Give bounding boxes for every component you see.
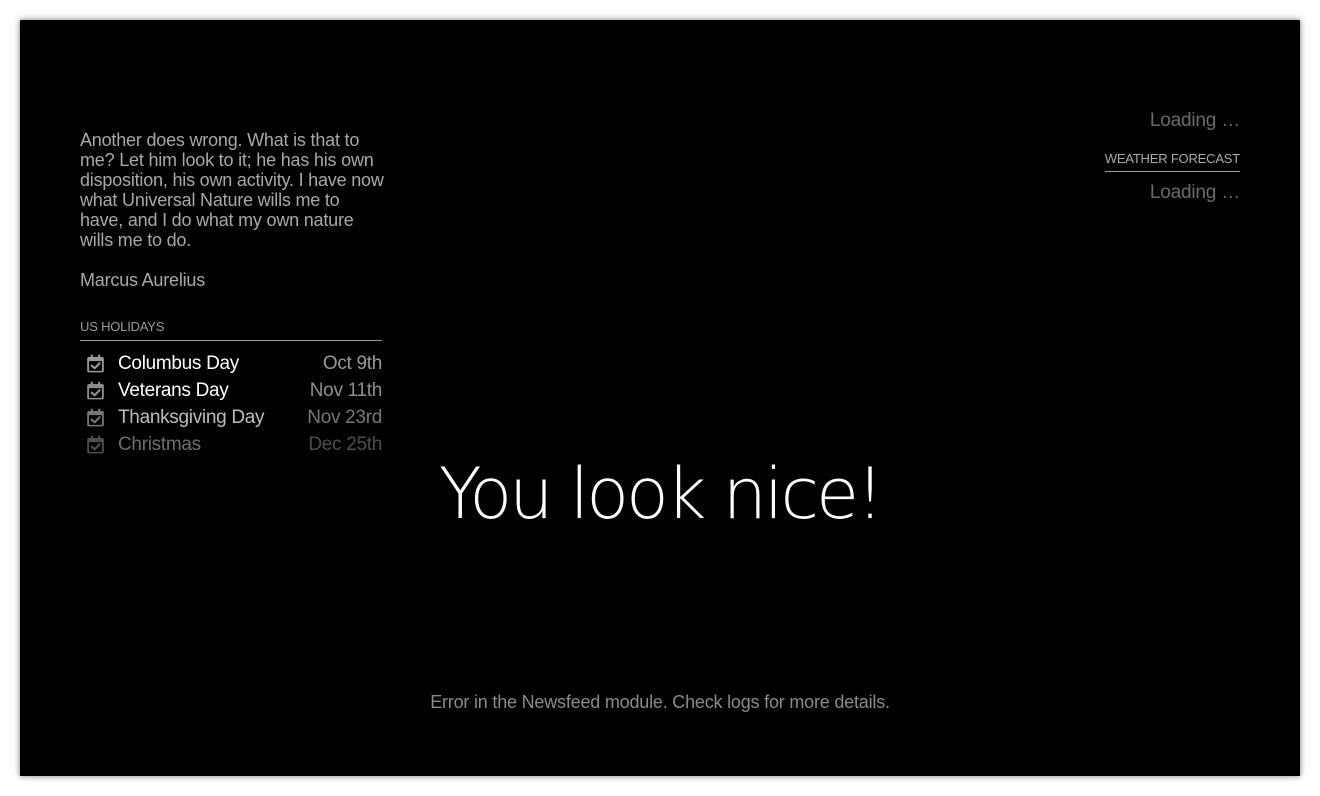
magic-mirror-screen: Another does wrong. What is that to me? … (20, 20, 1300, 776)
current-weather-loading: Loading … (1149, 110, 1240, 131)
newsfeed-error: Error in the Newsfeed module. Check logs… (430, 692, 890, 712)
quote-author: Marcus Aurelius (80, 270, 206, 290)
holiday-row: Thanksgiving Day Nov 23rd (80, 404, 382, 431)
holiday-date: Nov 11th (309, 379, 383, 401)
holiday-date: Nov 23rd (307, 406, 382, 428)
holiday-row: Veterans Day Nov 11th (80, 377, 382, 404)
calendar-check-icon (87, 408, 104, 427)
weather-forecast-header: WEATHER FORECAST (1104, 151, 1240, 172)
holiday-name: Columbus Day (118, 352, 240, 374)
weather-column: Loading … WEATHER FORECAST Loading … (1104, 108, 1240, 206)
quote-text: Another does wrong. What is that to me? … (80, 130, 384, 250)
compliment-text: You look nice! (438, 453, 884, 535)
holiday-row: Columbus Day Oct 9th (80, 350, 382, 377)
holiday-list: Columbus Day Oct 9th Veterans Day Nov 11… (80, 350, 382, 458)
holiday-name: Thanksgiving Day (118, 406, 265, 428)
holidays-header: US HOLIDAYS (80, 319, 382, 341)
holiday-name: Veterans Day (118, 379, 229, 401)
weather-forecast-loading: Loading … (1149, 182, 1240, 203)
holidays-module: US HOLIDAYS Columbus Day Oct 9th Veteran… (80, 319, 382, 458)
calendar-check-icon (87, 381, 104, 400)
calendar-check-icon (87, 354, 104, 373)
holiday-date: Oct 9th (322, 352, 382, 374)
